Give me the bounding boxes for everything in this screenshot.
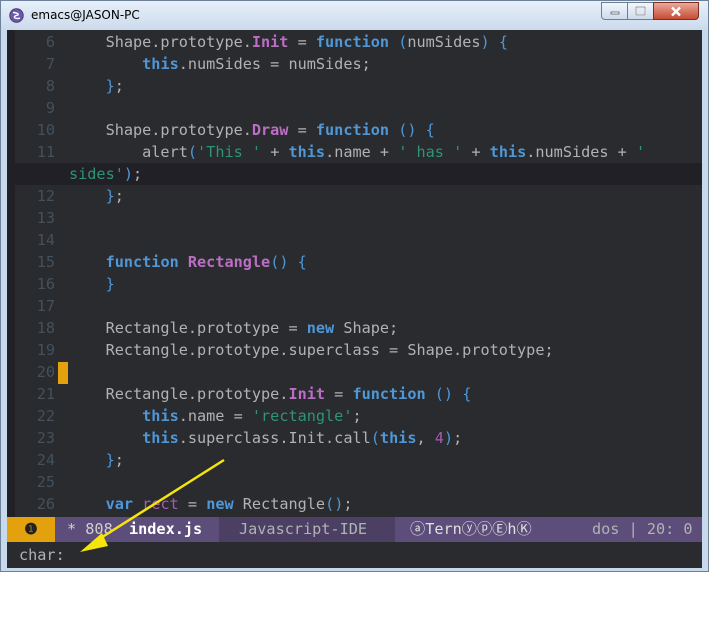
line-number: 9: [45, 99, 55, 117]
line-code: this.numSides = numSides;: [142, 55, 371, 73]
code-line[interactable]: 11 alert('This ' + this.name + ' has ' +…: [15, 141, 702, 163]
maximize-icon: [635, 6, 646, 16]
line-code: function Rectangle() {: [105, 253, 307, 271]
line-number: 17: [36, 297, 55, 315]
maximize-button[interactable]: [627, 2, 654, 20]
code-line[interactable]: 16 }: [15, 273, 702, 295]
code-line[interactable]: 24 };: [15, 449, 702, 471]
line-number: 23: [36, 429, 55, 447]
minimize-icon: [610, 11, 619, 15]
emacs-app-icon: [9, 8, 24, 23]
code-line[interactable]: 14: [15, 229, 702, 251]
line-number: 13: [36, 209, 55, 227]
code-line[interactable]: 9: [15, 97, 702, 119]
line-number: 6: [45, 33, 55, 51]
minimize-button[interactable]: [601, 2, 628, 20]
code-line[interactable]: 26 var rect = new Rectangle();: [15, 493, 702, 515]
line-code: }: [105, 275, 115, 293]
minor-modes[interactable]: ⓐTernⓨⓟⒺhⓀ: [410, 517, 532, 542]
code-line[interactable]: 6 Shape.prototype.Init = function (numSi…: [15, 31, 702, 53]
line-number: 26: [36, 495, 55, 513]
modified-indicator: * 808: [67, 520, 113, 538]
line-code: };: [105, 77, 124, 95]
encoding-and-position: dos | 20: 0: [592, 520, 693, 538]
left-fringe: [7, 30, 15, 517]
window-number-badge: ❶: [7, 517, 55, 542]
text-cursor: [58, 362, 68, 384]
line-number: 11: [36, 143, 55, 161]
line-number: 7: [45, 55, 55, 73]
line-number: 8: [45, 77, 55, 95]
line-number: 14: [36, 231, 55, 249]
code-line[interactable]: 22 this.name = 'rectangle';: [15, 405, 702, 427]
line-number: 20: [36, 363, 55, 381]
line-code: };: [105, 451, 124, 469]
code-line[interactable]: 8 };: [15, 75, 702, 97]
line-code: sides');: [69, 165, 143, 183]
code-line[interactable]: 17: [15, 295, 702, 317]
code-line[interactable]: 18 Rectangle.prototype = new Shape;: [15, 317, 702, 339]
code-line[interactable]: 20: [15, 361, 702, 383]
window-title: emacs@JASON-PC: [31, 8, 140, 22]
line-number: 25: [36, 473, 55, 491]
code-line[interactable]: sides');: [15, 163, 702, 185]
major-mode-label: Javascript-IDE: [239, 520, 368, 538]
minibuffer-prompt: char:: [19, 546, 65, 564]
code-line[interactable]: 21 Rectangle.prototype.Init = function (…: [15, 383, 702, 405]
code-line[interactable]: 7 this.numSides = numSides;: [15, 53, 702, 75]
code-line[interactable]: 12 };: [15, 185, 702, 207]
mode-line: ❶ * 808 index.js Javascript-IDE ⓐTernⓨⓟⒺ…: [7, 517, 702, 542]
line-number: 18: [36, 319, 55, 337]
close-button[interactable]: [653, 2, 699, 20]
line-code: Shape.prototype.Init = function (numSide…: [69, 33, 508, 51]
close-icon: [671, 6, 681, 16]
line-code: Rectangle.prototype = new Shape;: [69, 319, 399, 337]
line-number: 22: [36, 407, 55, 425]
line-number: 15: [36, 253, 55, 271]
line-number: 19: [36, 341, 55, 359]
code-line[interactable]: 19 Rectangle.prototype.superclass = Shap…: [15, 339, 702, 361]
code-line[interactable]: 10 Shape.prototype.Draw = function () {: [15, 119, 702, 141]
line-number: 21: [36, 385, 55, 403]
line-number: 12: [36, 187, 55, 205]
line-code: Shape.prototype.Draw = function () {: [69, 121, 435, 139]
line-code: var rect = new Rectangle();: [105, 495, 353, 513]
code-line[interactable]: 13: [15, 207, 702, 229]
line-code: };: [105, 187, 124, 205]
emacs-window: emacs@JASON-PC 6 Shape.prototype.Init = …: [0, 0, 709, 572]
line-number: 24: [36, 451, 55, 469]
code-line[interactable]: 23 this.superclass.Init.call(this, 4);: [15, 427, 702, 449]
line-code: this.superclass.Init.call(this, 4);: [142, 429, 463, 447]
line-number: 16: [36, 275, 55, 293]
buffer-name[interactable]: index.js: [129, 517, 202, 542]
line-code: Rectangle.prototype.superclass = Shape.p…: [69, 341, 554, 359]
major-mode[interactable]: Javascript-IDE: [219, 517, 395, 542]
line-code: this.name = 'rectangle';: [142, 407, 362, 425]
line-code: alert('This ' + this.name + ' has ' + th…: [69, 143, 646, 161]
minibuffer[interactable]: char:: [7, 542, 702, 568]
code-editor[interactable]: 6 Shape.prototype.Init = function (numSi…: [7, 30, 702, 517]
line-code: Rectangle.prototype.Init = function () {: [69, 385, 472, 403]
title-bar[interactable]: emacs@JASON-PC: [1, 1, 708, 30]
code-line[interactable]: 15 function Rectangle() {: [15, 251, 702, 273]
line-number: 10: [36, 121, 55, 139]
code-line[interactable]: 25: [15, 471, 702, 493]
